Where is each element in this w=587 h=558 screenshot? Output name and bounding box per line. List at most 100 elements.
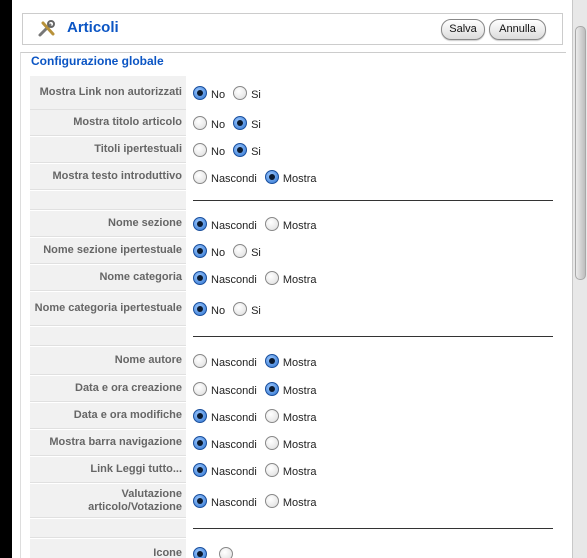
setting-label: Nome autore xyxy=(30,347,186,375)
radio-button[interactable] xyxy=(193,354,207,368)
setting-row: Data e ora modifiche Nascondi Mostra xyxy=(30,403,553,429)
section-separator xyxy=(30,327,553,346)
radio-button[interactable] xyxy=(233,143,248,157)
articles-config-window: Articoli Salva Annulla Configurazione gl… xyxy=(12,0,576,558)
radio-button[interactable] xyxy=(193,116,207,130)
radio-option-label[interactable]: Mostra xyxy=(283,173,317,185)
radio-button[interactable] xyxy=(193,409,207,423)
radio-option-label[interactable]: Mostra xyxy=(283,274,317,286)
radio-option-label[interactable]: Nascondi xyxy=(211,220,257,232)
setting-row: Titoli ipertestuali No Si xyxy=(30,137,553,163)
radio-button[interactable] xyxy=(193,271,207,285)
radio-button[interactable] xyxy=(264,436,279,450)
radio-option-label[interactable]: Si xyxy=(251,146,261,158)
scrollbar-thumb[interactable] xyxy=(575,26,586,280)
setting-label: Data e ora creazione xyxy=(30,376,186,402)
radio-button[interactable] xyxy=(193,494,207,508)
radio-option-label[interactable]: Si xyxy=(251,305,261,317)
radio-option-label[interactable]: Mostra xyxy=(283,357,317,369)
setting-label: Nome categoria xyxy=(30,265,186,291)
radio-button[interactable] xyxy=(193,170,207,184)
radio-button[interactable] xyxy=(193,86,207,100)
setting-label: Titoli ipertestuali xyxy=(30,137,186,163)
radio-button[interactable] xyxy=(233,302,248,316)
section-separator xyxy=(30,191,553,210)
setting-options: No Si xyxy=(193,292,269,326)
radio-option-label[interactable]: Mostra xyxy=(283,466,317,478)
setting-row: Data e ora creazione Nascondi Mostra xyxy=(30,376,553,402)
setting-row: Mostra testo introduttivo Nascondi Mostra xyxy=(30,164,553,190)
setting-row: Mostra barra navigazione Nascondi Mostra xyxy=(30,430,553,456)
panel-legend: Configurazione globale xyxy=(29,54,166,68)
radio-option-label[interactable]: Nascondi xyxy=(211,385,257,397)
radio-option-label[interactable]: Nascondi xyxy=(211,439,257,451)
setting-options: Nascondi Mostra xyxy=(193,265,324,291)
separator-line xyxy=(193,336,553,337)
setting-options: Nascondi Mostra xyxy=(193,211,324,237)
radio-option-label[interactable]: Mostra xyxy=(283,497,317,509)
radio-button[interactable] xyxy=(264,409,279,423)
radio-button[interactable] xyxy=(193,436,207,450)
setting-label: Nome categoria ipertestuale xyxy=(30,292,186,326)
radio-option-label[interactable]: Si xyxy=(251,89,261,101)
radio-button[interactable] xyxy=(193,143,207,157)
setting-row: Mostra Link non autorizzati No Si xyxy=(30,76,553,110)
setting-row: Link Leggi tutto... Nascondi Mostra xyxy=(30,457,553,483)
radio-option-label[interactable]: Si xyxy=(251,119,261,131)
setting-row: Valutazione articolo/Votazione Nascondi Mo… xyxy=(30,484,553,518)
setting-options: No Si xyxy=(193,76,269,110)
radio-option-label[interactable]: No xyxy=(211,247,225,259)
vertical-scrollbar[interactable] xyxy=(572,0,587,558)
cancel-button[interactable]: Annulla xyxy=(489,19,546,40)
radio-button[interactable] xyxy=(193,382,207,396)
radio-button[interactable] xyxy=(193,547,207,558)
separator-label-cell xyxy=(30,519,186,538)
radio-option-label[interactable]: Nascondi xyxy=(211,412,257,424)
setting-options: Nascondi Mostra xyxy=(193,347,324,375)
radio-option-label[interactable]: Mostra xyxy=(283,385,317,397)
header-bar: Articoli Salva Annulla xyxy=(22,13,563,45)
radio-button[interactable] xyxy=(264,170,279,184)
radio-button[interactable] xyxy=(193,302,207,316)
setting-label: Link Leggi tutto... xyxy=(30,457,186,483)
radio-option-label[interactable]: Mostra xyxy=(283,220,317,232)
radio-button[interactable] xyxy=(193,463,207,477)
separator-label-cell xyxy=(30,191,186,210)
setting-label: Nome sezione xyxy=(30,211,186,237)
radio-option-label[interactable]: Nascondi xyxy=(211,357,257,369)
radio-option-label[interactable]: Nascondi xyxy=(211,274,257,286)
radio-option-label[interactable]: Nascondi xyxy=(211,466,257,478)
setting-options: No Si xyxy=(193,137,269,163)
radio-option-label[interactable]: Mostra xyxy=(283,439,317,451)
radio-option-label[interactable]: No xyxy=(211,119,225,131)
radio-option-label[interactable]: No xyxy=(211,305,225,317)
setting-options: Nascondi Mostra xyxy=(193,484,324,518)
radio-button[interactable] xyxy=(219,547,233,558)
separator-line xyxy=(193,200,553,201)
radio-button[interactable] xyxy=(264,217,279,231)
radio-button[interactable] xyxy=(233,244,248,258)
radio-option-label[interactable]: Nascondi xyxy=(211,173,257,185)
radio-option-label[interactable]: Nascondi xyxy=(211,497,257,509)
radio-button[interactable] xyxy=(264,463,279,477)
setting-row: Icone xyxy=(30,539,553,558)
radio-button[interactable] xyxy=(233,116,248,130)
setting-label: Icone xyxy=(30,539,186,558)
radio-button[interactable] xyxy=(193,217,207,231)
radio-button[interactable] xyxy=(264,382,279,396)
radio-option-label[interactable]: No xyxy=(211,89,225,101)
page-title: Articoli xyxy=(67,19,119,36)
radio-button[interactable] xyxy=(264,271,279,285)
radio-option-label[interactable]: No xyxy=(211,146,225,158)
setting-row: Nome sezione ipertestuale No Si xyxy=(30,238,553,264)
radio-button[interactable] xyxy=(264,354,279,368)
radio-button[interactable] xyxy=(264,494,279,508)
save-button[interactable]: Salva xyxy=(441,19,485,40)
radio-button[interactable] xyxy=(193,244,207,258)
radio-button[interactable] xyxy=(233,86,248,100)
setting-label: Valutazione articolo/Votazione xyxy=(30,484,186,518)
section-separator xyxy=(30,519,553,538)
radio-option-label[interactable]: Mostra xyxy=(283,412,317,424)
radio-option-label[interactable]: Si xyxy=(251,247,261,259)
setting-options xyxy=(193,539,245,558)
